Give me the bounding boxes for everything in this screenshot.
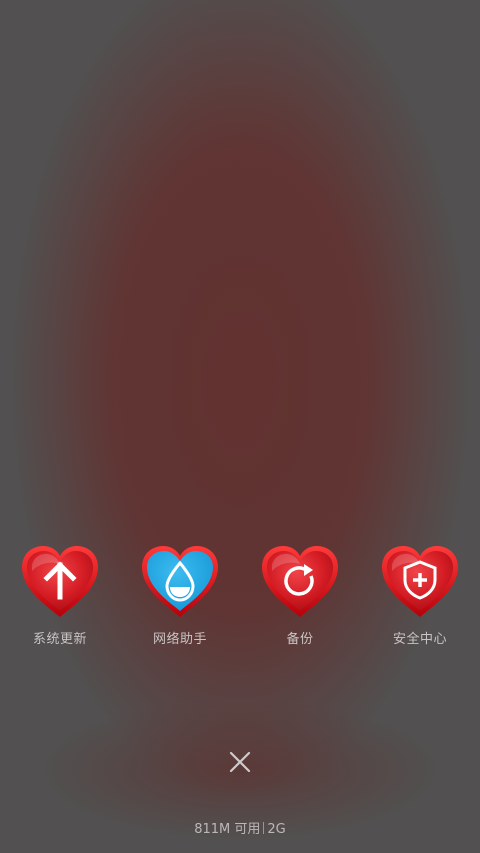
- shortcut-system-update[interactable]: 系统更新: [0, 545, 120, 655]
- shield-plus-icon: [382, 546, 458, 617]
- shortcut-backup[interactable]: 备份: [240, 545, 360, 655]
- shortcut-label: 安全中心: [392, 632, 447, 647]
- shortcut-network-assistant[interactable]: 网络助手: [120, 545, 240, 655]
- network-type: 2G: [267, 822, 286, 837]
- shortcut-label: 备份: [286, 632, 314, 647]
- divider: [263, 822, 265, 834]
- water-drop-icon: [142, 546, 218, 617]
- shortcut-label: 系统更新: [32, 632, 87, 647]
- shortcut-label: 网络助手: [152, 632, 207, 647]
- available-memory: 811M 可用: [194, 822, 261, 837]
- close-button[interactable]: [222, 744, 258, 780]
- shortcut-row: 系统更新 网络助手 备份 安全中心: [0, 545, 480, 655]
- wallpaper-backdrop: [0, 0, 480, 853]
- close-icon: [229, 751, 251, 773]
- memory-status: 811M 可用 2G: [0, 818, 480, 837]
- refresh-icon: [262, 546, 338, 617]
- arrow-up-icon: [22, 546, 98, 617]
- shortcut-security-center[interactable]: 安全中心: [360, 545, 480, 655]
